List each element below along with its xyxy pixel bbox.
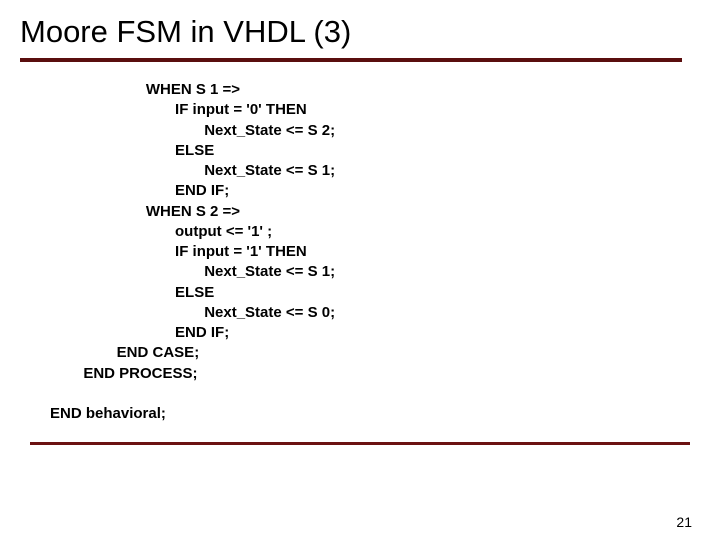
bottom-rule bbox=[30, 442, 690, 445]
slide-title: Moore FSM in VHDL (3) bbox=[0, 0, 720, 58]
page-number: 21 bbox=[676, 514, 692, 530]
vhdl-code-block: WHEN S 1 => IF input = '0' THEN Next_Sta… bbox=[0, 62, 720, 424]
